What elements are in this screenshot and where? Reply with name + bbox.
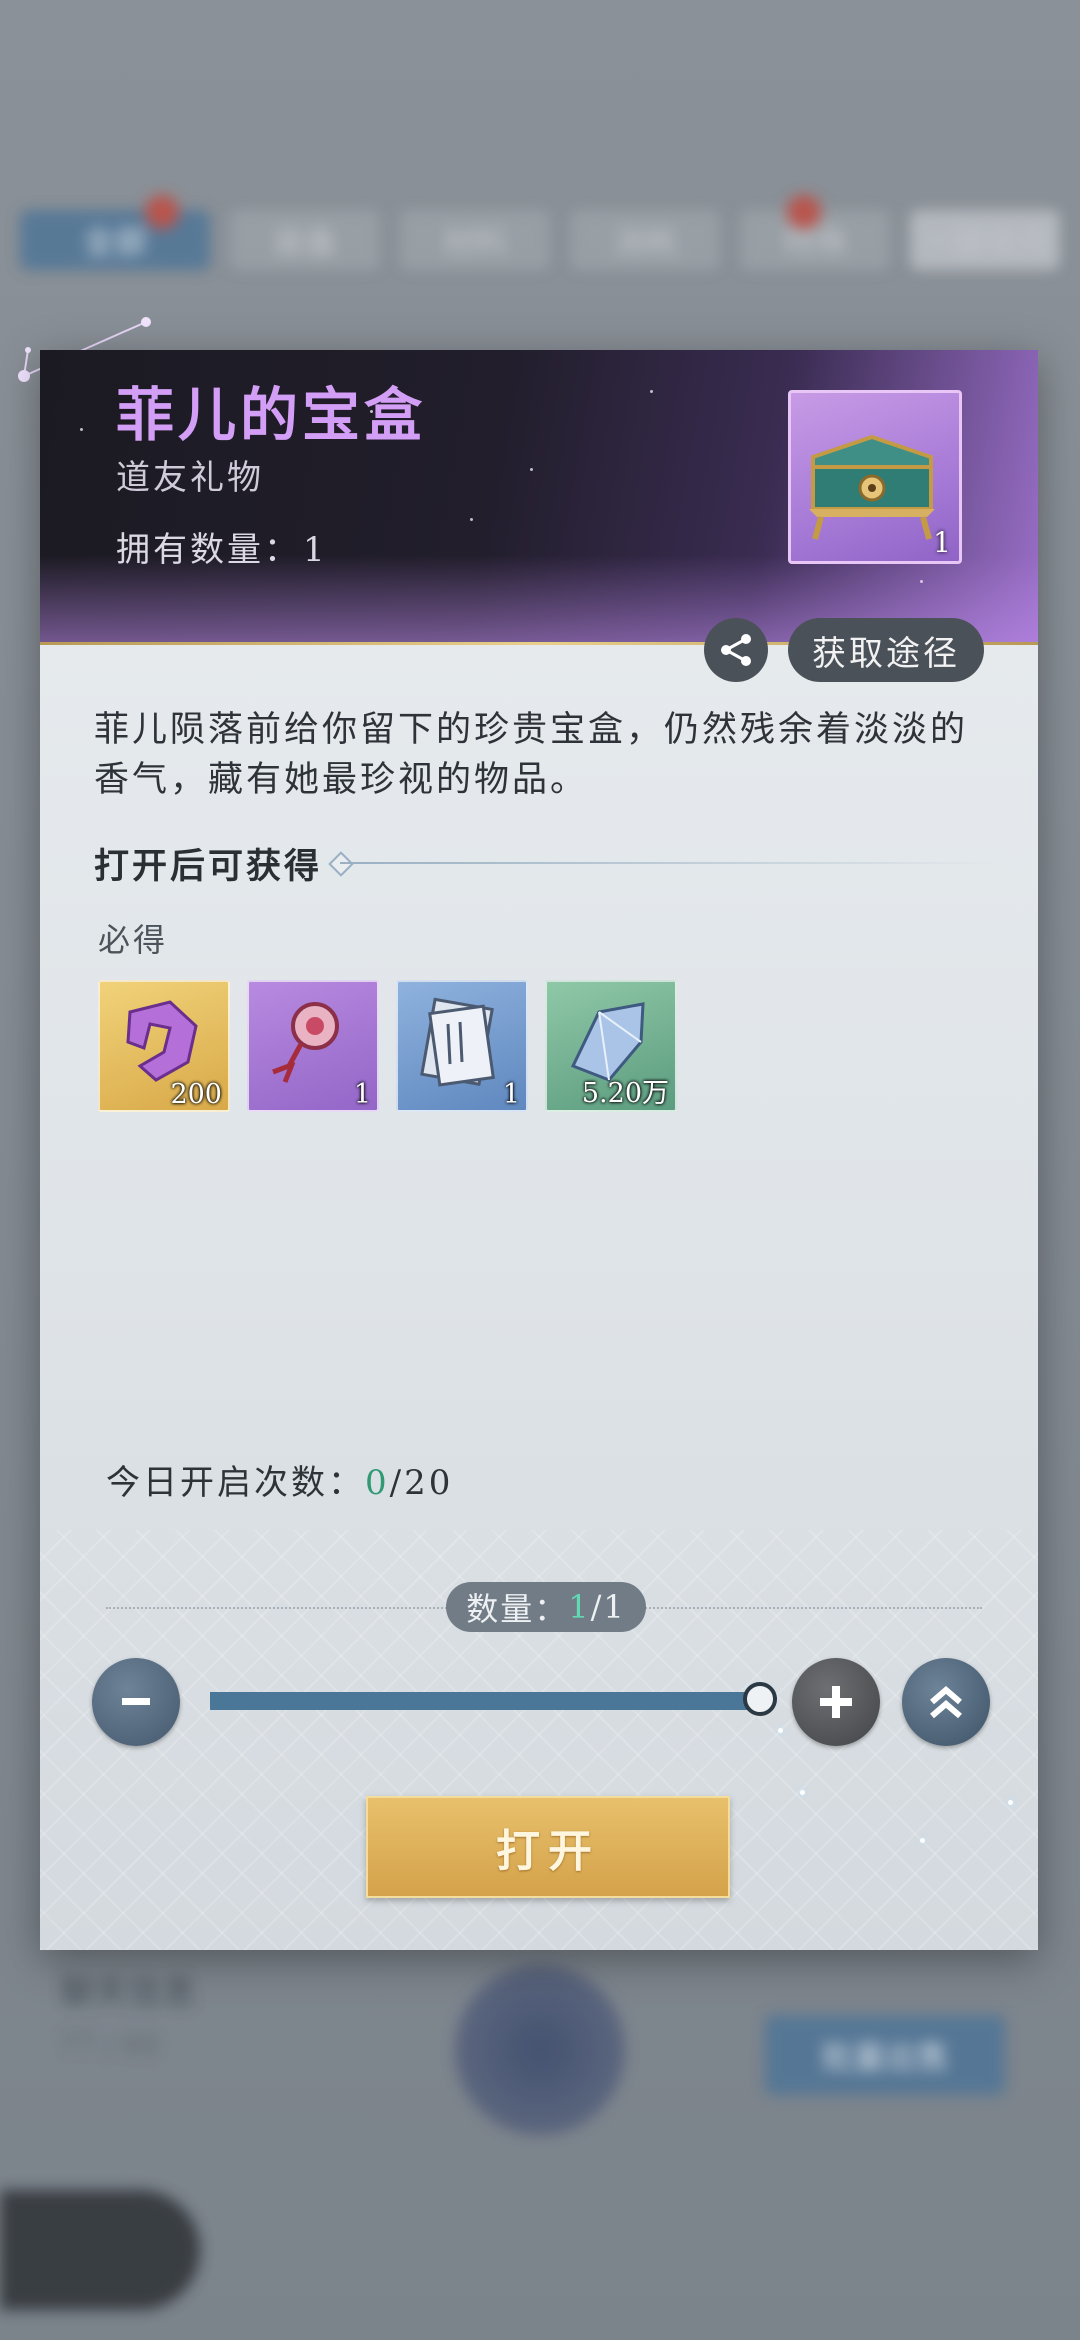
daily-max: /20	[389, 1463, 454, 1503]
reward-count: 1	[502, 1079, 520, 1110]
bg-bottom-card: 聊天信息 77 / 60	[60, 1965, 300, 2085]
bg-bottom-name: 聊天信息	[60, 1973, 196, 2013]
open-button[interactable]: 打开	[366, 1796, 730, 1898]
owned-value: 1	[303, 530, 328, 570]
bg-tab-use-all: 一键使用	[910, 210, 1060, 270]
bg-notification-dot	[787, 195, 821, 229]
bg-tab-consume: 消耗	[570, 210, 720, 270]
bg-batch-button: 批量出售	[765, 2015, 1005, 2095]
section-divider-ornament	[328, 851, 354, 877]
daily-label: 今日开启次数：	[106, 1463, 365, 1503]
rewards-section-title: 打开后可获得	[94, 846, 323, 887]
daily-current: 0	[365, 1463, 390, 1503]
item-icon-frame: 1	[788, 390, 962, 564]
quantity-current: 1	[568, 1588, 591, 1626]
reward-count: 5.20万	[581, 1078, 669, 1109]
reward-item[interactable]: 5.20万	[545, 980, 677, 1112]
reward-item[interactable]: 200	[98, 980, 230, 1112]
quantity-max: /1	[590, 1588, 626, 1626]
share-icon	[721, 634, 751, 666]
item-title: 菲儿的宝盒	[116, 381, 427, 449]
item-type: 道友礼物	[116, 458, 264, 498]
item-detail-dialog: 菲儿的宝盒 道友礼物 拥有数量：1 1 获取途径 菲儿陨落前给你留下的珍贵宝盒，…	[40, 350, 1038, 1950]
reward-list: 200 1 1 5.20万	[98, 980, 677, 1112]
reward-item[interactable]: 1	[396, 980, 528, 1112]
reward-item[interactable]: 1	[247, 980, 379, 1112]
bg-tab-equip: 装备	[230, 210, 380, 270]
decrease-button[interactable]	[92, 1658, 180, 1746]
section-divider	[340, 862, 1000, 864]
guaranteed-label: 必得	[98, 921, 169, 959]
reward-count: 1	[353, 1079, 371, 1110]
item-icon-count: 1	[933, 526, 951, 559]
bg-tab-material: 材料	[400, 210, 550, 270]
max-quantity-button[interactable]	[902, 1658, 990, 1746]
quantity-slider-knob[interactable]	[743, 1682, 777, 1716]
owned-count: 拥有数量：1	[116, 522, 328, 571]
bg-tab-all: 全部	[20, 210, 210, 270]
minus-icon	[122, 1698, 150, 1705]
quantity-label: 数量：	[466, 1590, 569, 1628]
daily-open-count: 今日开启次数：0/20	[106, 1455, 453, 1504]
bg-bottom-sub: 77 / 60	[60, 2028, 159, 2061]
treasure-chest-icon	[809, 434, 935, 540]
quantity-slider[interactable]	[210, 1692, 760, 1710]
plus-icon	[820, 1686, 852, 1718]
reward-count: 200	[170, 1079, 222, 1110]
bg-corner-menu	[0, 2190, 200, 2310]
quantity-slider-fill	[210, 1692, 760, 1710]
owned-label: 拥有数量：	[116, 530, 301, 570]
bg-notification-dot	[145, 195, 179, 229]
share-button[interactable]	[704, 618, 768, 682]
quantity-display: 数量： 1/1	[446, 1582, 646, 1632]
bg-avatar	[455, 1965, 625, 2135]
item-header: 菲儿的宝盒 道友礼物 拥有数量：1 1	[40, 350, 1038, 645]
obtain-source-button[interactable]: 获取途径	[788, 618, 984, 682]
double-chevron-up-icon	[930, 1686, 962, 1719]
increase-button[interactable]	[792, 1658, 880, 1746]
item-description: 菲儿陨落前给你留下的珍贵宝盒，仍然残余着淡淡的香气，藏有她最珍视的物品。	[94, 710, 969, 800]
